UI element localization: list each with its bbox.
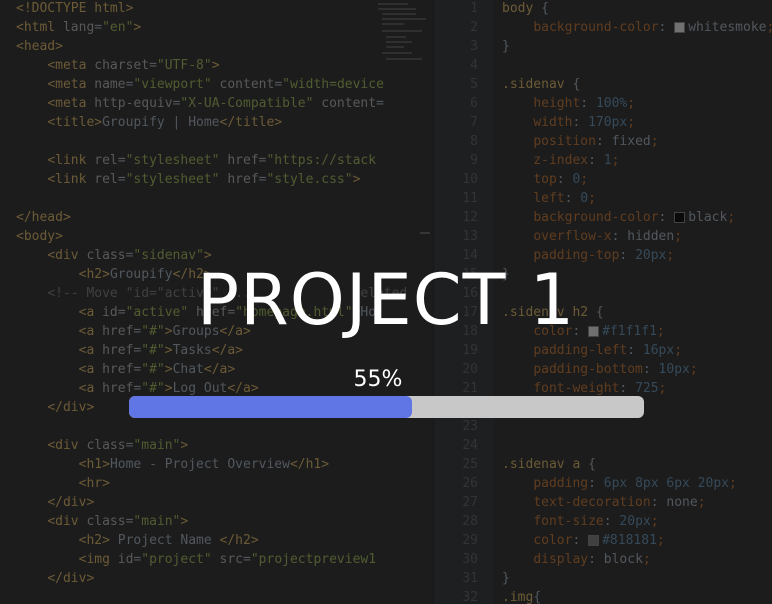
progress-percent-label: 55%: [353, 367, 403, 392]
progress-bar-fill: [129, 396, 413, 418]
loading-overlay: PROJECT 1 55%: [0, 0, 772, 604]
project-title: PROJECT 1: [196, 259, 576, 341]
progress-bar-track: [129, 396, 644, 418]
